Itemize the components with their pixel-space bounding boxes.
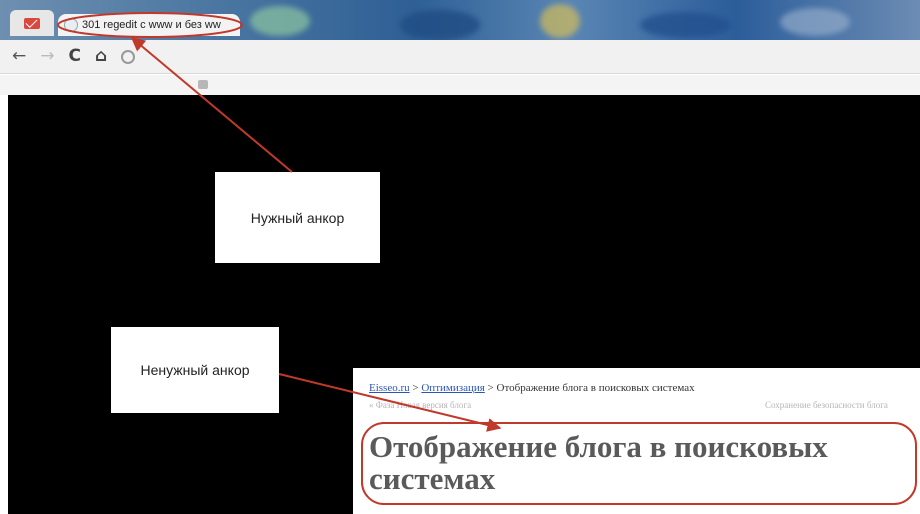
- needed-anchor-arrow: [130, 37, 293, 173]
- unneeded-anchor-arrow: [278, 373, 502, 432]
- heading-highlight: [361, 422, 917, 505]
- annotation-overlay: [57, 12, 917, 505]
- tab-highlight-ellipse: [57, 12, 243, 38]
